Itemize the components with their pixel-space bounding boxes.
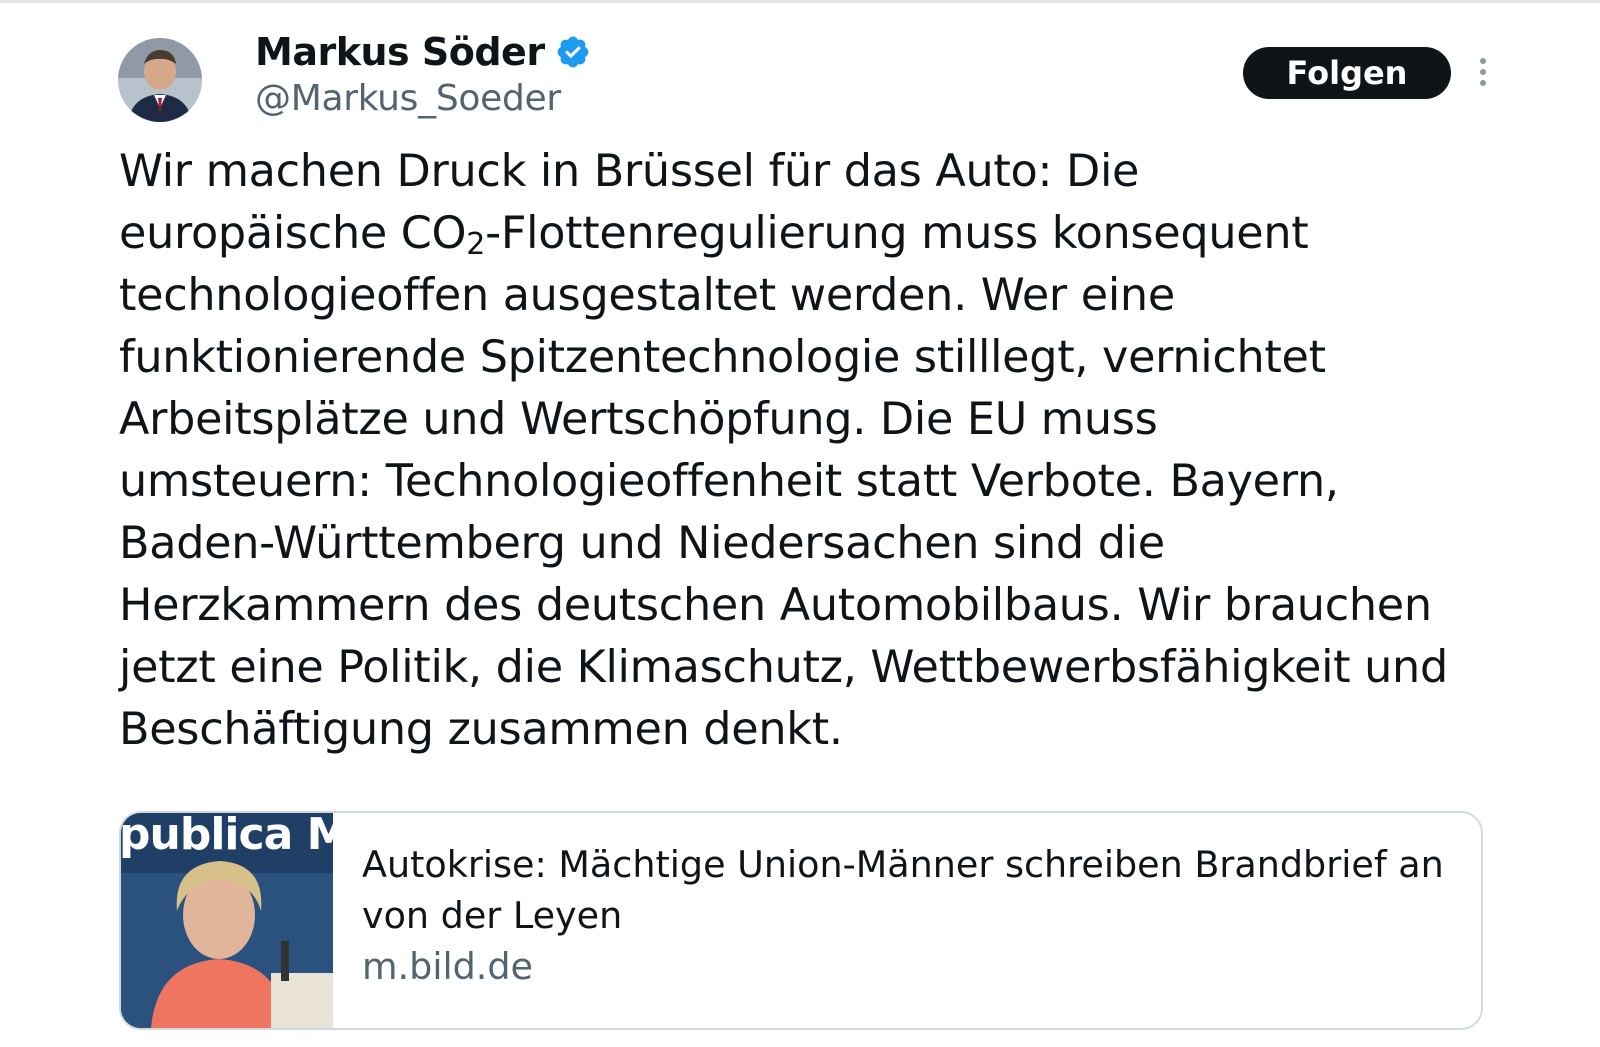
tweet-line: Arbeitsplätze und Wertschöpfung. Die EU … <box>119 394 1158 445</box>
card-domain: m.bild.de <box>362 945 534 988</box>
verified-badge-icon <box>555 34 591 70</box>
tweet-line: umsteuern: Technologieoffenheit statt Ve… <box>119 456 1339 507</box>
tweet-line: Wir machen Druck in Brüssel für das Auto… <box>119 146 1140 197</box>
more-vertical-icon[interactable] <box>1476 56 1490 88</box>
avatar[interactable] <box>118 38 202 122</box>
tweet-line: technologieoffen ausgestaltet werden. We… <box>119 270 1175 321</box>
tweet-line: jetzt eine Politik, die Klimaschutz, Wet… <box>119 642 1448 693</box>
author-handle[interactable]: @Markus_Soeder <box>255 78 561 119</box>
tweet-line: Herzkammern des deutschen Automobilbaus.… <box>119 580 1432 631</box>
thumbnail-caption: publica M <box>121 813 333 860</box>
tweet-line: Baden-Württemberg und Niedersachen sind … <box>119 518 1165 569</box>
subscript-two: 2 <box>466 227 486 262</box>
tweet-line: funktionierende Spitzentechnologie still… <box>119 332 1326 383</box>
author-display-name[interactable]: Markus Söder <box>255 30 545 74</box>
tweet-line-part: europäische CO <box>119 208 467 259</box>
link-preview-card[interactable]: publica M Autokrise: Mächtige Union-Männ… <box>119 811 1483 1030</box>
tweet-text: Wir machen Druck in Brüssel für das Auto… <box>119 141 1499 761</box>
card-title[interactable]: Autokrise: Mächtige Union-Männer schreib… <box>362 839 1452 941</box>
card-thumbnail[interactable]: publica M <box>121 813 333 1028</box>
tweet-line: europäische CO2-Flottenregulierung muss … <box>119 203 1499 265</box>
follow-button[interactable]: Folgen <box>1243 47 1451 99</box>
tweet: Markus Söder @Markus_Soeder Folgen Wir m… <box>0 0 1600 1047</box>
tweet-line-part: -Flottenregulierung muss konsequent <box>485 208 1309 259</box>
profile-photo-icon <box>118 38 202 122</box>
author-name-row[interactable]: Markus Söder <box>255 30 591 74</box>
tweet-line: Beschäftigung zusammen denkt. <box>119 704 843 755</box>
